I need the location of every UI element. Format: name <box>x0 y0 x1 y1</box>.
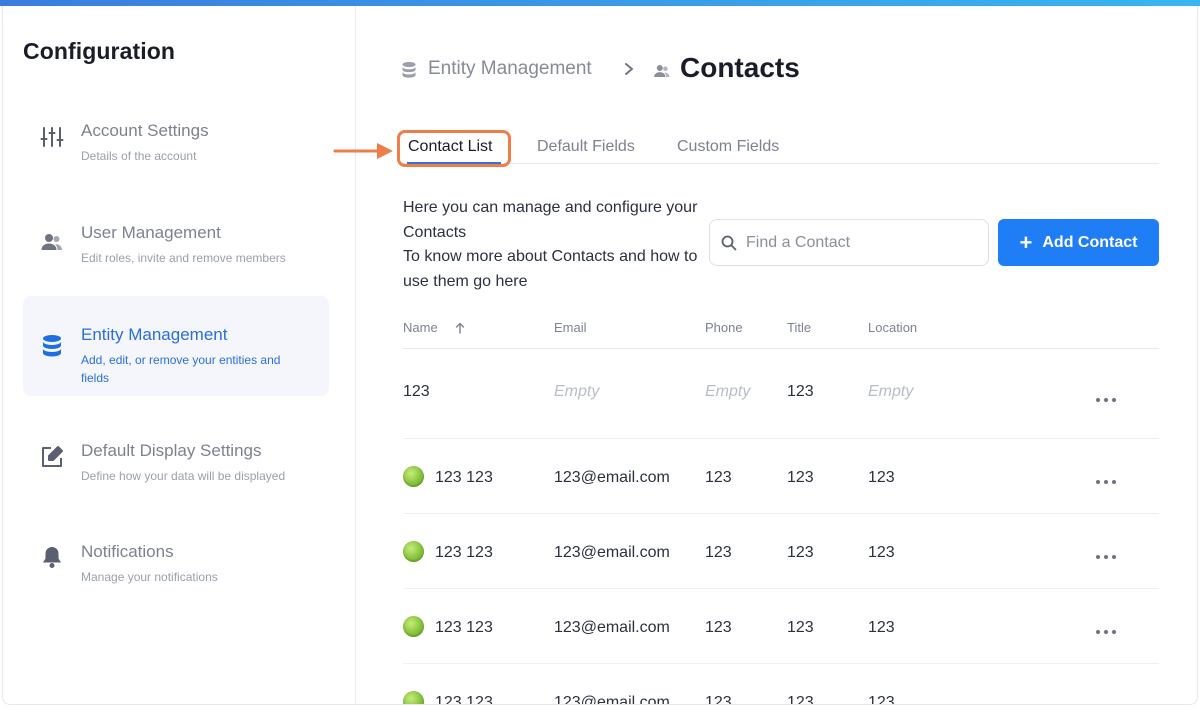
more-options-icon[interactable] <box>1093 625 1119 639</box>
table-row[interactable]: 123 Empty Empty 123 Empty <box>403 349 1159 439</box>
more-options-icon[interactable] <box>1093 393 1119 407</box>
table-row[interactable]: 123 123 123@email.com 123 123 123 <box>403 439 1159 514</box>
search-box <box>709 219 989 266</box>
sidebar-item-desc: Manage your notifications <box>81 570 218 584</box>
cell-phone: 123 <box>705 619 732 636</box>
sidebar-item-label: Default Display Settings <box>81 441 262 460</box>
cell-name: 123 123 <box>435 469 493 486</box>
app-window: Configuration Account Settings Details o… <box>2 6 1198 705</box>
cell-email: 123@email.com <box>554 544 670 561</box>
table-row[interactable]: 123 123 123@email.com 123 123 123 <box>403 664 1159 705</box>
sidebar-item-entity-management[interactable]: Entity Management Add, edit, or remove y… <box>23 296 329 396</box>
more-options-icon[interactable] <box>1093 475 1119 489</box>
cell-location: 123 <box>868 469 895 486</box>
tab-custom-fields[interactable]: Custom Fields <box>677 138 779 156</box>
sidebar-item-notifications[interactable]: Notifications Manage your notifications <box>23 530 329 630</box>
cell-name: 123 123 <box>435 619 493 636</box>
cell-phone: 123 <box>705 694 732 705</box>
cell-title: 123 <box>787 694 814 705</box>
sidebar-item-label: Account Settings <box>81 121 209 140</box>
plus-icon: + <box>1019 229 1033 255</box>
tab-bar: Contact List Default Fields Custom Field… <box>401 130 1159 164</box>
search-input[interactable] <box>746 228 982 258</box>
cell-email: 123@email.com <box>554 619 670 636</box>
column-header-name[interactable]: Name <box>403 320 438 335</box>
cell-email: 123@email.com <box>554 694 670 705</box>
intro-text: Here you can manage and configure your C… <box>403 196 713 294</box>
sidebar-item-label: User Management <box>81 223 221 242</box>
cell-name: 123 123 <box>435 694 493 705</box>
sidebar-item-label: Entity Management <box>81 325 228 344</box>
column-header-phone[interactable]: Phone <box>705 320 743 335</box>
tab-default-fields[interactable]: Default Fields <box>537 138 635 156</box>
avatar <box>403 616 424 637</box>
avatar <box>403 466 424 487</box>
cell-phone: Empty <box>705 383 751 400</box>
sidebar: Configuration Account Settings Details o… <box>3 6 356 704</box>
page-title: Contacts <box>680 52 800 83</box>
cell-location: Empty <box>868 383 914 400</box>
user-icon <box>653 62 671 85</box>
cell-phone: 123 <box>705 544 732 561</box>
chevron-right-icon <box>623 62 635 81</box>
cell-title: 123 <box>787 383 814 400</box>
more-options-icon[interactable] <box>1093 550 1119 564</box>
cell-title: 123 <box>787 544 814 561</box>
intro-line: Here you can manage and configure your C… <box>403 199 698 241</box>
intro-help-link[interactable]: To know more about Contacts and how to u… <box>403 245 713 294</box>
sidebar-item-desc: Edit roles, invite and remove members <box>81 251 286 265</box>
add-contact-button[interactable]: + Add Contact <box>998 219 1159 266</box>
users-icon <box>39 229 65 255</box>
database-icon <box>401 60 417 85</box>
database-icon <box>39 333 65 359</box>
column-header-location[interactable]: Location <box>868 320 917 335</box>
table-row[interactable]: 123 123 123@email.com 123 123 123 <box>403 589 1159 664</box>
edit-square-icon <box>39 444 65 470</box>
sort-ascending-icon[interactable] <box>455 321 465 339</box>
cell-title: 123 <box>787 469 814 486</box>
sidebar-item-default-display-settings[interactable]: Default Display Settings Define how your… <box>23 430 329 530</box>
breadcrumb-parent-link[interactable]: Entity Management <box>428 58 592 80</box>
table-header: Name Email Phone Title Location <box>403 306 1159 349</box>
sidebar-item-desc: Define how your data will be displayed <box>81 469 286 483</box>
sidebar-item-desc: Details of the account <box>81 149 197 163</box>
tab-highlight-box <box>397 130 511 167</box>
avatar <box>403 691 424 704</box>
more-options-icon[interactable] <box>1093 700 1119 704</box>
table-row[interactable]: 123 123 123@email.com 123 123 123 <box>403 514 1159 589</box>
add-contact-label: Add Contact <box>1042 233 1138 251</box>
sidebar-title: Configuration <box>23 38 176 64</box>
main-content: Entity Management Contacts Contact List … <box>333 6 1197 705</box>
column-header-email[interactable]: Email <box>554 320 587 335</box>
bell-icon <box>39 544 65 570</box>
sidebar-item-account-settings[interactable]: Account Settings Details of the account <box>23 110 329 210</box>
sliders-icon <box>39 124 65 150</box>
contacts-table: Name Email Phone Title Location 123 Empt… <box>403 306 1159 705</box>
avatar <box>403 541 424 562</box>
cell-name: 123 <box>403 383 430 400</box>
cell-email: 123@email.com <box>554 469 670 486</box>
search-icon <box>721 235 737 256</box>
sidebar-item-label: Notifications <box>81 542 174 561</box>
column-header-title[interactable]: Title <box>787 320 811 335</box>
cell-title: 123 <box>787 619 814 636</box>
cell-email: Empty <box>554 383 600 400</box>
cell-location: 123 <box>868 694 895 705</box>
cell-location: 123 <box>868 544 895 561</box>
cell-name: 123 123 <box>435 544 493 561</box>
sidebar-item-desc: Add, edit, or remove your entities and f… <box>81 353 281 385</box>
cell-location: 123 <box>868 619 895 636</box>
arrow-right-icon <box>333 140 395 167</box>
cell-phone: 123 <box>705 469 732 486</box>
